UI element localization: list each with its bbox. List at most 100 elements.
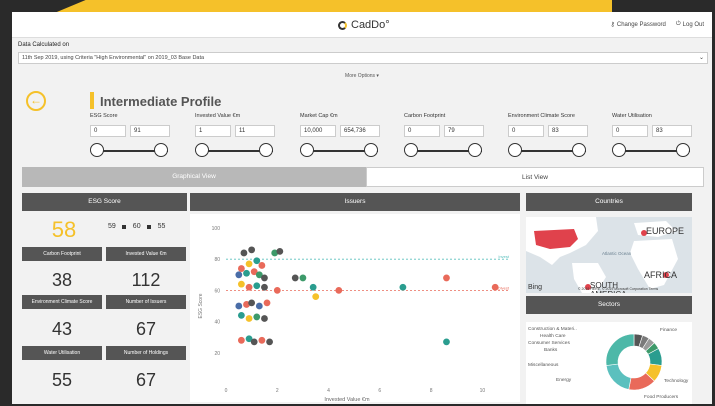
filter-max-input[interactable]: 79 [444, 125, 484, 137]
countries-panel-header: Countries [526, 193, 692, 211]
scatter-point [245, 283, 253, 291]
countries-map[interactable]: EUROPE AFRICA SOUTH AMERICA Atlantic Oce… [526, 217, 692, 293]
brand-logo-icon [338, 20, 347, 30]
filter-label: Water Utilisation [612, 113, 652, 119]
filter-0: ESG Score 0 91 [90, 113, 186, 157]
filter-min-input[interactable]: 1 [195, 125, 231, 137]
filter-4: Environment Climate Score 0 83 [508, 113, 604, 157]
scatter-point [491, 283, 499, 291]
sectors-donut-chart: Construction & Materi..Health CareConsum… [526, 322, 692, 404]
scatter-point [253, 282, 261, 290]
number-of-issuers-value: 67 [135, 319, 157, 339]
filter-max-input[interactable]: 11 [235, 125, 275, 137]
range-slider-max-handle[interactable] [572, 143, 586, 157]
more-options-toggle[interactable]: More Options ▾ [12, 73, 712, 79]
filter-max-input[interactable]: 654,736 [340, 125, 380, 137]
logout-label: Log Out [682, 21, 704, 28]
scatter-point [261, 274, 268, 282]
chevron-down-icon: ⌄ [698, 55, 704, 61]
filter-2: Market Cap €m 10,000 654,736 [300, 113, 396, 157]
scatter-point [250, 338, 258, 346]
view-tabs: Graphical View List View [22, 167, 704, 187]
map-label-europe: EUROPE [646, 226, 685, 236]
scatter-point [237, 280, 245, 288]
filter-max-input[interactable]: 91 [130, 125, 170, 137]
filter-label: Market Cap €m [300, 113, 338, 119]
legend-square-icon [146, 224, 151, 229]
scatter-point [240, 249, 248, 257]
scatter-point [248, 299, 256, 307]
scatter-point [273, 287, 281, 294]
donut-slice-label: Technology [664, 378, 689, 384]
scatter-point [245, 315, 253, 322]
range-slider-min-handle[interactable] [508, 143, 522, 157]
donut-slice-label: Miscellaneous [528, 362, 559, 368]
y-axis-label: ESG Score [198, 293, 204, 318]
donut-slice-label: Finance [660, 327, 677, 333]
scatter-point [248, 246, 256, 254]
range-slider-max-handle[interactable] [154, 143, 168, 157]
range-slider-min-handle[interactable] [195, 143, 209, 157]
map-copyright: © 2019 HERE, © 2019 Microsoft Corporatio… [578, 287, 659, 291]
filter-max-input[interactable]: 83 [652, 125, 692, 137]
esg-legend-1: 59 [108, 223, 116, 230]
donut-slice-label: Consumer Services [528, 340, 570, 346]
y-tick-label: 100 [212, 226, 221, 232]
africa-shape [630, 239, 678, 289]
power-icon: ⏻ [675, 21, 681, 27]
tab-graphical-view[interactable]: Graphical View [22, 167, 366, 187]
range-slider-max-handle[interactable] [364, 143, 378, 157]
x-tick-label: 4 [327, 388, 330, 394]
range-slider-min-handle[interactable] [404, 143, 418, 157]
filter-min-input[interactable]: 0 [508, 125, 544, 137]
scatter-point [237, 265, 245, 272]
x-tick-label: 10 [480, 388, 486, 394]
scatter-point [237, 336, 245, 344]
filter-1: Invested Value €m 1 11 [195, 113, 291, 157]
esg-legend-3: 55 [157, 223, 166, 230]
y-tick-label: 20 [214, 351, 220, 357]
window-frame: CadDo° ⚷ Change Password ⏻ Log Out Data … [0, 0, 715, 406]
x-tick-label: 0 [225, 388, 228, 394]
filter-min-input[interactable]: 10,000 [300, 125, 336, 137]
filter-label: Invested Value €m [195, 113, 241, 119]
filter-5: Water Utilisation 0 83 [612, 113, 708, 157]
filter-max-input[interactable]: 83 [548, 125, 588, 137]
scatter-point [263, 299, 271, 307]
data-calculated-select[interactable]: 11th Sep 2019, using Criteria "High Envi… [18, 52, 708, 64]
x-tick-label: 8 [430, 388, 433, 394]
scatter-point [291, 274, 299, 282]
esg-panel-header: ESG Score [22, 193, 187, 211]
filter-min-input[interactable]: 0 [404, 125, 440, 137]
water-utilisation-label: Water Utilisation [22, 346, 102, 360]
range-slider-min-handle[interactable] [90, 143, 104, 157]
environment-climate-label: Environment Climate Score [22, 295, 102, 309]
donut-slice-label: Health Care [540, 333, 566, 339]
range-slider-max-handle[interactable] [676, 143, 690, 157]
scatter-point [243, 269, 250, 277]
back-button[interactable]: ← [26, 91, 46, 111]
range-slider-max-handle[interactable] [259, 143, 273, 157]
ref-line-label: Invest [498, 254, 510, 259]
range-slider-min-handle[interactable] [612, 143, 626, 157]
scatter-point [235, 302, 243, 310]
data-calculated-label: Data Calculated on [18, 42, 70, 48]
filter-min-input[interactable]: 0 [90, 125, 126, 137]
bing-logo: Bing [528, 284, 543, 291]
scatter-point [261, 283, 268, 291]
scatter-point [276, 248, 284, 255]
app-window: CadDo° ⚷ Change Password ⏻ Log Out Data … [12, 12, 712, 404]
change-password-link[interactable]: ⚷ Change Password [610, 21, 665, 29]
invested-value-label: Invested Value €m [106, 247, 186, 261]
range-slider-min-handle[interactable] [300, 143, 314, 157]
filter-3: Carbon Footprint 0 79 [404, 113, 500, 157]
environment-climate-value: 43 [51, 319, 73, 339]
number-of-issuers-label: Number of Issuers [106, 295, 186, 309]
ref-line-label: Divest [498, 285, 510, 290]
tab-list-view[interactable]: List View [366, 167, 704, 187]
logout-link[interactable]: ⏻ Log Out [676, 21, 704, 28]
range-slider-max-handle[interactable] [468, 143, 482, 157]
esg-legend: 59 60 55 [108, 223, 165, 230]
filter-min-input[interactable]: 0 [612, 125, 648, 137]
invested-value-value: 112 [131, 270, 161, 290]
